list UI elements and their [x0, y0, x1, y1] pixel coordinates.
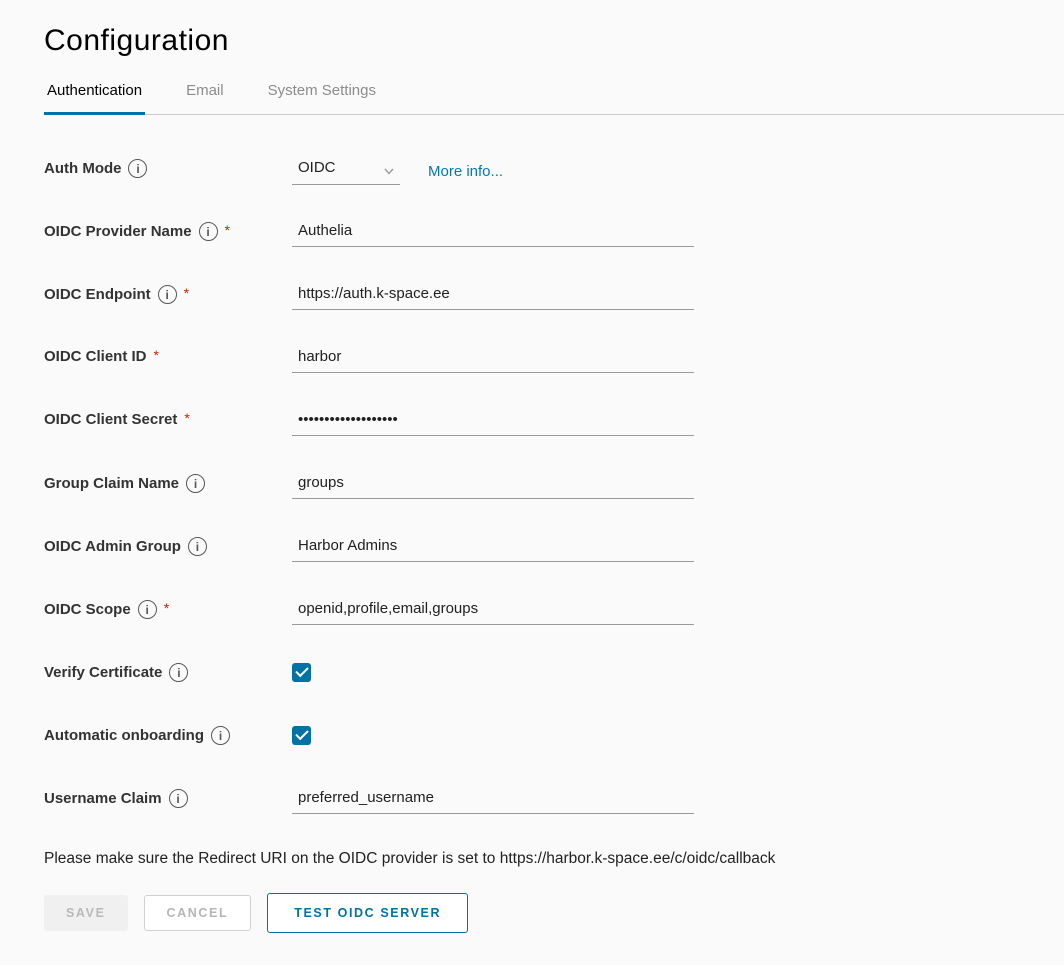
oidc-endpoint-label: OIDC Endpoint	[44, 286, 151, 303]
field-row-oidc-provider-name: OIDC Provider Name *	[44, 220, 1064, 259]
more-info-link[interactable]: More info...	[428, 163, 503, 180]
oidc-client-id-label: OIDC Client ID	[44, 348, 147, 365]
info-icon[interactable]	[188, 537, 207, 556]
required-marker: *	[184, 285, 189, 301]
field-row-automatic-onboarding: Automatic onboarding	[44, 724, 1064, 763]
oidc-admin-group-input[interactable]	[292, 535, 694, 562]
required-marker: *	[164, 600, 169, 616]
tab-authentication[interactable]: Authentication	[44, 82, 145, 115]
field-row-verify-certificate: Verify Certificate	[44, 661, 1064, 700]
field-row-username-claim: Username Claim	[44, 787, 1064, 826]
field-row-auth-mode: Auth Mode OIDC More info...	[44, 157, 1064, 196]
authentication-form: Auth Mode OIDC More info... OIDC Pro	[44, 157, 1064, 826]
chevron-down-icon	[382, 164, 396, 178]
group-claim-name-label: Group Claim Name	[44, 475, 179, 492]
info-icon[interactable]	[128, 159, 147, 178]
username-claim-input[interactable]	[292, 787, 694, 814]
auth-mode-selected-value: OIDC	[298, 159, 336, 176]
required-marker: *	[154, 347, 159, 363]
field-row-oidc-admin-group: OIDC Admin Group	[44, 535, 1064, 574]
tab-bar: Authentication Email System Settings	[44, 82, 1064, 115]
field-row-oidc-endpoint: OIDC Endpoint *	[44, 283, 1064, 322]
oidc-scope-label: OIDC Scope	[44, 601, 131, 618]
page-title: Configuration	[44, 24, 1064, 58]
info-icon[interactable]	[138, 600, 157, 619]
configuration-page: Configuration Authentication Email Syste…	[0, 0, 1064, 965]
save-button[interactable]: SAVE	[44, 895, 128, 931]
tab-email[interactable]: Email	[183, 82, 227, 115]
info-icon[interactable]	[169, 789, 188, 808]
oidc-provider-name-label: OIDC Provider Name	[44, 223, 192, 240]
oidc-admin-group-label: OIDC Admin Group	[44, 538, 181, 555]
automatic-onboarding-label: Automatic onboarding	[44, 727, 204, 744]
test-oidc-server-button[interactable]: TEST OIDC SERVER	[267, 893, 468, 933]
field-row-oidc-client-secret: OIDC Client Secret *	[44, 409, 1064, 448]
redirect-uri-note: Please make sure the Redirect URI on the…	[44, 850, 1064, 868]
oidc-endpoint-input[interactable]	[292, 283, 694, 310]
auth-mode-select[interactable]: OIDC	[292, 157, 400, 185]
cancel-button[interactable]: CANCEL	[144, 895, 252, 931]
username-claim-label: Username Claim	[44, 790, 162, 807]
info-icon[interactable]	[186, 474, 205, 493]
auth-mode-label: Auth Mode	[44, 160, 121, 177]
oidc-client-secret-input[interactable]	[292, 409, 694, 436]
tab-system-settings[interactable]: System Settings	[265, 82, 379, 115]
action-button-row: SAVE CANCEL TEST OIDC SERVER	[44, 893, 1064, 963]
automatic-onboarding-checkbox[interactable]	[292, 726, 311, 745]
oidc-client-id-input[interactable]	[292, 346, 694, 373]
field-row-oidc-scope: OIDC Scope *	[44, 598, 1064, 637]
required-marker: *	[184, 410, 189, 426]
oidc-client-secret-label: OIDC Client Secret	[44, 411, 177, 428]
oidc-scope-input[interactable]	[292, 598, 694, 625]
field-row-oidc-client-id: OIDC Client ID *	[44, 346, 1064, 385]
verify-certificate-checkbox[interactable]	[292, 663, 311, 682]
oidc-provider-name-input[interactable]	[292, 220, 694, 247]
info-icon[interactable]	[211, 726, 230, 745]
group-claim-name-input[interactable]	[292, 472, 694, 499]
verify-certificate-label: Verify Certificate	[44, 664, 162, 681]
required-marker: *	[225, 222, 230, 238]
info-icon[interactable]	[169, 663, 188, 682]
field-row-group-claim-name: Group Claim Name	[44, 472, 1064, 511]
info-icon[interactable]	[158, 285, 177, 304]
info-icon[interactable]	[199, 222, 218, 241]
